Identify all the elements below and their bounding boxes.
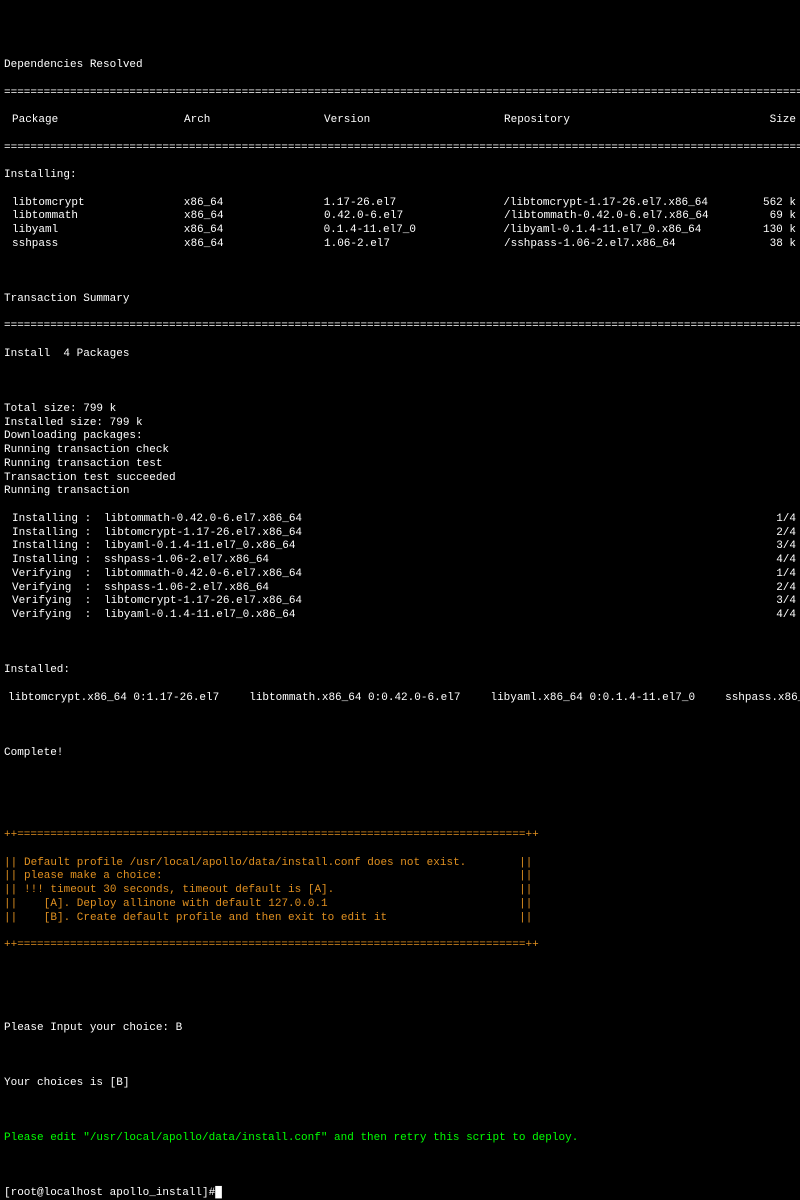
progress-row: Installing :libtommath-0.42.0-6.el7.x86_… (4, 513, 796, 527)
status-line: Running transaction check (4, 444, 796, 458)
complete-label: Complete! (4, 747, 796, 761)
rule: ========================================… (4, 320, 796, 334)
box-rule-top: ++======================================… (4, 829, 796, 843)
status-line: Transaction test succeeded (4, 472, 796, 486)
installed-list: libtomcrypt.x86_64 0:1.17-26.el7libtomma… (4, 692, 796, 706)
rule: ========================================… (4, 87, 796, 101)
status-line: Running transaction test (4, 458, 796, 472)
progress-row: Verifying :libtommath-0.42.0-6.el7.x86_6… (4, 568, 796, 582)
install-count: Install 4 Packages (4, 348, 796, 362)
input-prompt[interactable]: Please Input your choice: B (4, 1022, 796, 1036)
box-message: ||please make a choice: || (4, 870, 796, 884)
rule: ========================================… (4, 142, 796, 156)
hdr-arch: Arch (184, 114, 324, 128)
shell-prompt[interactable]: [root@localhost apollo_install]#█ (4, 1187, 796, 1200)
progress-row: Installing :libyaml-0.1.4-11.el7_0.x86_6… (4, 540, 796, 554)
final-instruction: Please edit "/usr/local/apollo/data/inst… (4, 1132, 796, 1146)
package-row: libtomcryptx86_641.17-26.el7/libtomcrypt… (4, 197, 796, 211)
progress-row: Verifying :libyaml-0.1.4-11.el7_0.x86_64… (4, 609, 796, 623)
box-message: || [A]. Deploy allinone with default 127… (4, 898, 796, 912)
tx-summary: Transaction Summary (4, 293, 796, 307)
hdr-size: Size (764, 114, 796, 128)
choice-confirm: Your choices is [B] (4, 1077, 796, 1091)
hdr-repo: Repository (504, 114, 764, 128)
hdr-package: Package (4, 114, 184, 128)
package-row: sshpassx86_641.06-2.el7/sshpass-1.06-2.e… (4, 238, 796, 252)
table-header: Package Arch Version Repository Size (4, 114, 796, 128)
box-rule-bot: ++======================================… (4, 939, 796, 953)
progress-row: Installing :sshpass-1.06-2.el7.x86_644/4 (4, 554, 796, 568)
status-line: Total size: 799 k (4, 403, 796, 417)
status-line: Downloading packages: (4, 430, 796, 444)
hdr-version: Version (324, 114, 504, 128)
box-message: || [B]. Create default profile and then … (4, 912, 796, 926)
box-message: ||!!! timeout 30 seconds, timeout defaul… (4, 884, 796, 898)
progress-row: Installing :libtomcrypt-1.17-26.el7.x86_… (4, 527, 796, 541)
status-line: Running transaction (4, 485, 796, 499)
box-message: ||Default profile /usr/local/apollo/data… (4, 857, 796, 871)
package-row: libtommathx86_640.42.0-6.el7/libtommath-… (4, 210, 796, 224)
deps-resolved-title: Dependencies Resolved (4, 59, 796, 73)
progress-row: Verifying :sshpass-1.06-2.el7.x86_642/4 (4, 582, 796, 596)
progress-row: Verifying :libtomcrypt-1.17-26.el7.x86_6… (4, 595, 796, 609)
status-line: Installed size: 799 k (4, 417, 796, 431)
installing-label: Installing: (4, 169, 796, 183)
package-row: libyamlx86_640.1.4-11.el7_0/libyaml-0.1.… (4, 224, 796, 238)
installed-label: Installed: (4, 664, 796, 678)
